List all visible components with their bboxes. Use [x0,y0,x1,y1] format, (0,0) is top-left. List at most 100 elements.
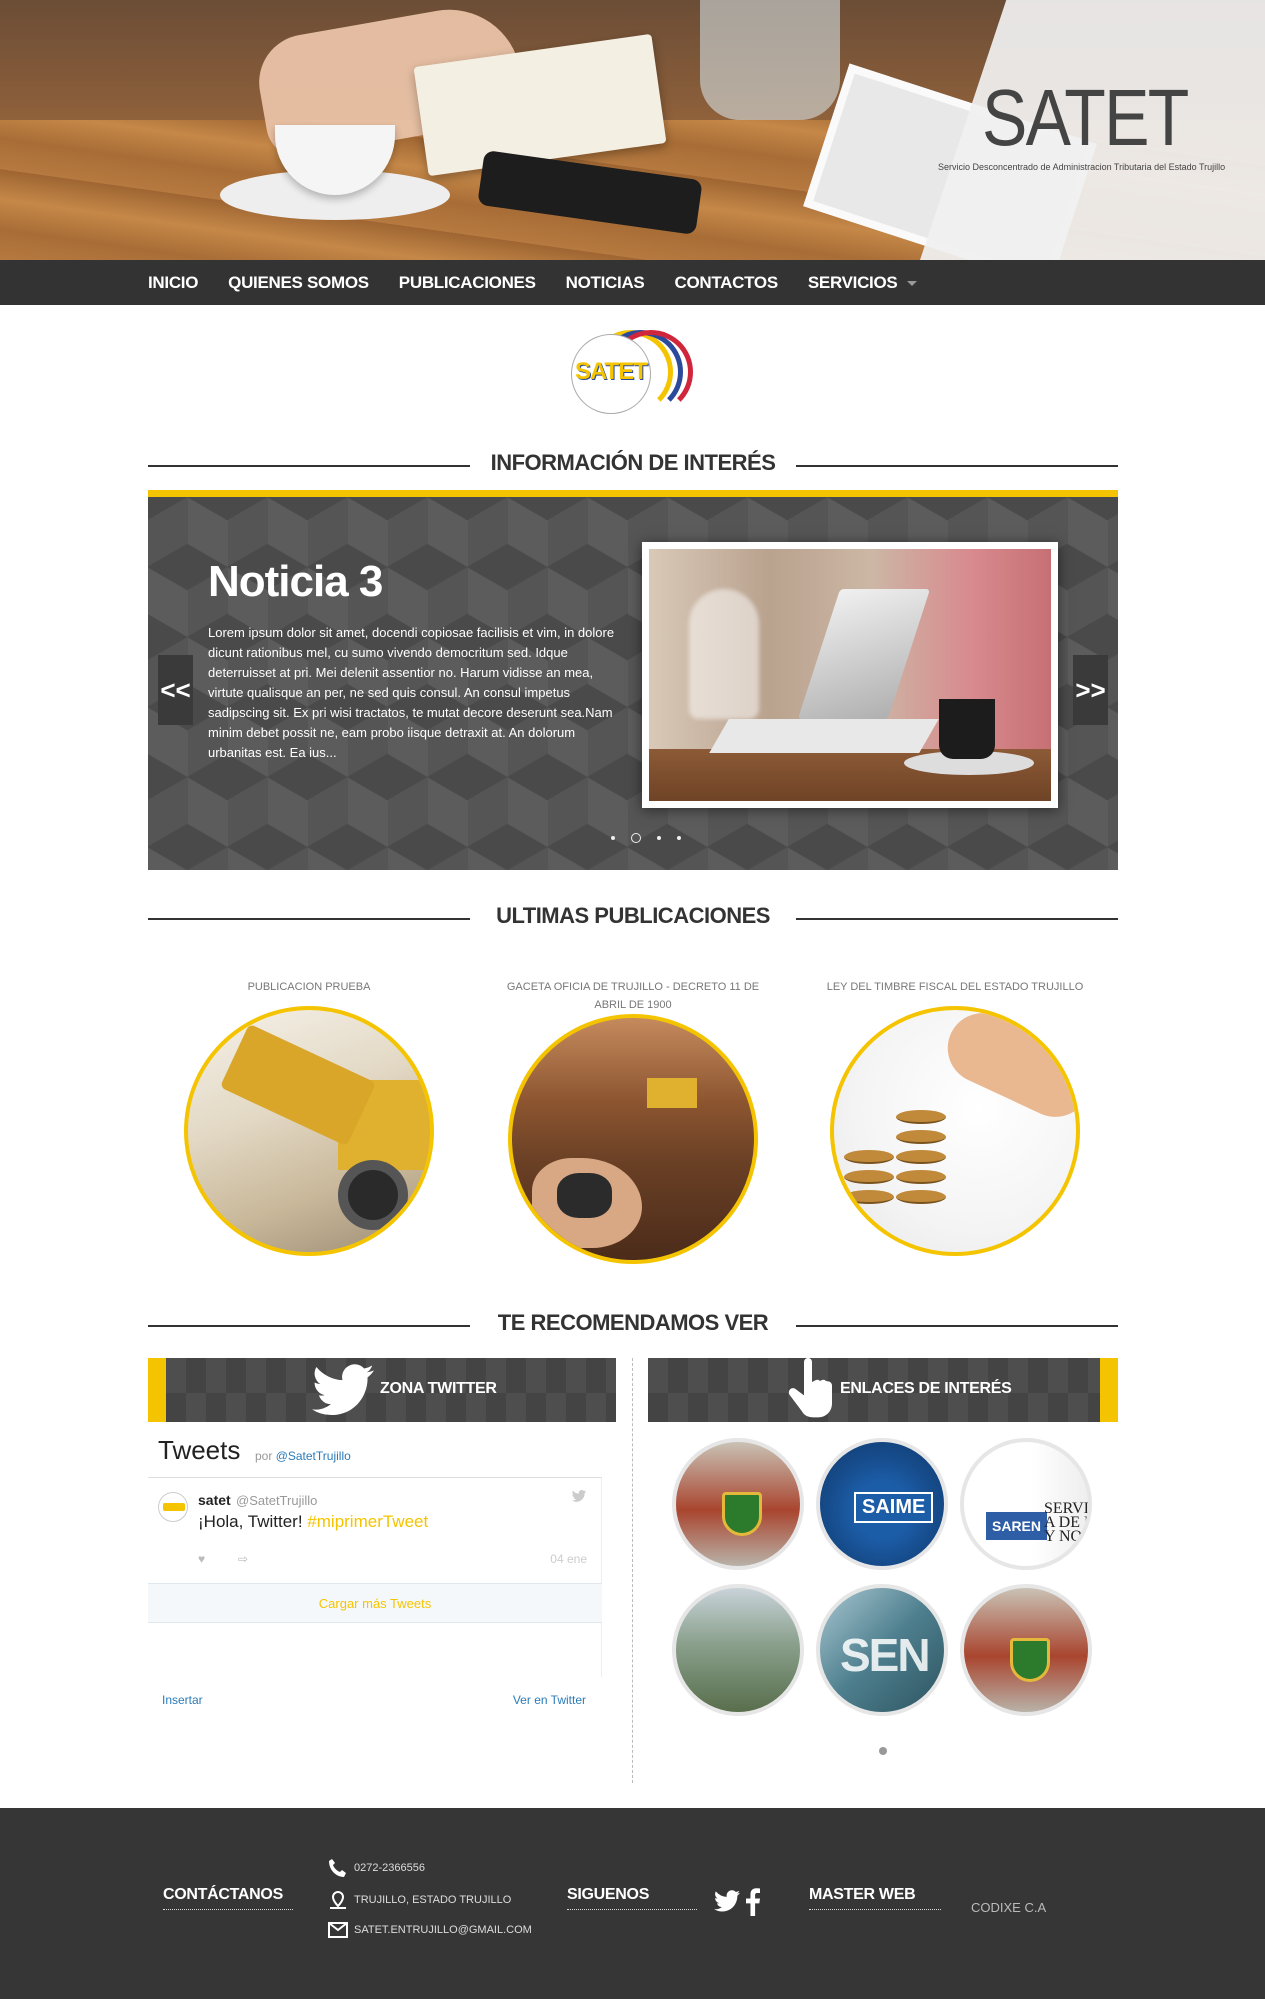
tweet-author-handle[interactable]: @SatetTrujillo [236,1493,317,1508]
slide-body: Lorem ipsum dolor sit amet, docendi copi… [208,625,615,760]
publication-card[interactable]: GACETA OFICIA DE TRUJILLO - DECRETO 11 D… [498,978,768,1264]
section-heading-recomendamos: TE RECOMENDAMOS VER [148,1310,1118,1340]
footer-follow-title: SIGUENOS [567,1886,697,1910]
tweet-hashtag[interactable]: #miprimerTweet [307,1512,428,1531]
image-loader-wheel [338,1160,408,1230]
tweet-text: ¡Hola, Twitter! #miprimerTweet [198,1512,428,1532]
footer-address: TRUJILLO, ESTADO TRUJILLO [328,1890,511,1910]
facebook-icon[interactable] [746,1888,760,1916]
publication-image[interactable] [830,1006,1080,1256]
publication-caption[interactable]: GACETA OFICIA DE TRUJILLO - DECRETO 11 D… [498,978,768,1014]
publication-image[interactable] [184,1006,434,1256]
link-item-gobernacion[interactable] [672,1438,804,1570]
phone-icon [329,1859,346,1877]
link-item-gobernacion-2[interactable] [960,1584,1092,1716]
footer-address-text: TRUJILLO, ESTADO TRUJILLO [354,1894,512,1906]
like-icon[interactable]: ♥ [198,1552,212,1566]
image-truck [647,1078,697,1108]
map-pin-icon [330,1890,346,1909]
image-coin [844,1190,894,1204]
chevron-down-icon [907,281,918,287]
embed-link[interactable]: Insertar [162,1693,203,1707]
nav-item-quienes-somos[interactable]: QUIENES SOMOS [228,260,369,305]
timeline-by-label: por [255,1449,273,1463]
timeline-title: Tweets [158,1435,241,1465]
link-label: SAREN [986,1512,1048,1540]
tweet-date[interactable]: 04 ene [550,1552,587,1566]
slider-dots [603,833,689,843]
share-icon[interactable]: ⇨ [238,1552,248,1566]
link-label: SAIME [854,1492,934,1523]
image-coin [896,1110,946,1124]
link-item-saren[interactable]: SARENSERVICIO A DE REG Y NO [960,1438,1092,1570]
nav-item-inicio[interactable]: INICIO [148,260,198,305]
timeline-by: por @SatetTrujillo [255,1449,351,1463]
coat-of-arms-icon [722,1492,762,1536]
publication-card[interactable]: LEY DEL TIMBRE FISCAL DEL ESTADO TRUJILL… [820,978,1090,1256]
image-fingers [936,1010,1076,1129]
nav-item-servicios[interactable]: SERVICIOS [808,260,918,305]
link-label: SEN [840,1629,931,1681]
heading-line-right [796,465,1118,467]
publication-image[interactable] [508,1014,758,1264]
section-heading-info: INFORMACIÓN DE INTERÉS [148,450,1118,480]
heading-line-right [796,1325,1118,1327]
pointer-hand-icon [788,1358,832,1418]
banner-glass [700,0,840,120]
slider-dot[interactable] [657,836,661,840]
coat-of-arms-icon [1010,1638,1050,1682]
image-coin [844,1150,894,1164]
slider-dot[interactable] [611,836,615,840]
footer-master-title: MASTER WEB [809,1886,941,1910]
image-rock [557,1173,612,1218]
nav-item-publicaciones[interactable]: PUBLICACIONES [399,260,536,305]
link-item-virgen-paz[interactable] [672,1584,804,1716]
twitter-icon [312,1364,374,1416]
slide-image-mug [939,699,995,759]
column-divider [632,1358,633,1783]
image-coin [844,1170,894,1184]
slide-image [642,542,1058,808]
publication-card[interactable]: PUBLICACION PRUEBA [174,978,444,1256]
nav-item-servicios-label: SERVICIOS [807,273,898,292]
image-loader-bucket [219,1023,377,1147]
slider-prev-button[interactable]: << [158,655,193,725]
image-coin [896,1130,946,1144]
footer-master-value[interactable]: CODIXE C.A [971,1900,1046,1915]
news-slider: Noticia 3 Lorem ipsum dolor sit amet, do… [148,490,1118,870]
link-item-saime[interactable]: SAIME [816,1438,948,1570]
timeline-by-handle[interactable]: @SatetTrujillo [276,1449,351,1463]
links-panel-title: ENLACES DE INTERÉS [840,1380,1012,1397]
footer-email: SATET.ENTRUJILLO@GMAIL.COM [328,1922,532,1938]
section-title-info: INFORMACIÓN DE INTERÉS [490,450,776,475]
main-nav: INICIO QUIENES SOMOS PUBLICACIONES NOTIC… [0,260,1265,305]
link-item-seniat[interactable]: SEN [816,1584,948,1716]
twitter-icon[interactable] [571,1490,587,1502]
slide-image-laptop [797,589,931,719]
links-carousel-dot[interactable] [879,1747,887,1755]
image-coin [896,1190,946,1204]
footer-phone-text: 0272-2366556 [354,1862,425,1874]
view-on-twitter-link[interactable]: Ver en Twitter [513,1693,586,1707]
load-more-tweets-button[interactable]: Cargar más Tweets [148,1583,602,1623]
section-heading-pubs: ULTIMAS PUBLICACIONES [148,903,1118,933]
header-banner: SATET Servicio Desconcentrado de Adminis… [0,0,1265,260]
tweet-author-name[interactable]: satet [198,1492,231,1508]
slider-next-button[interactable]: >> [1073,655,1108,725]
tweet-card[interactable]: satet @SatetTrujillo ¡Hola, Twitter! #mi… [148,1477,602,1677]
footer: CONTÁCTANOS 0272-2366556 TRUJILLO, ESTAD… [0,1808,1265,1999]
nav-item-contactos[interactable]: CONTACTOS [674,260,778,305]
footer-contact-title: CONTÁCTANOS [163,1886,293,1910]
footer-phone: 0272-2366556 [328,1858,425,1878]
twitter-panel-header: ZONA TWITTER [148,1358,616,1422]
slider-dot-active[interactable] [631,833,641,843]
section-title-pubs: ULTIMAS PUBLICACIONES [496,903,770,928]
links-panel-header: ENLACES DE INTERÉS [648,1358,1118,1422]
footer-email-text[interactable]: SATET.ENTRUJILLO@GMAIL.COM [354,1924,532,1936]
slider-dot[interactable] [677,836,681,840]
site-logo[interactable]: SATET [569,330,695,416]
twitter-icon[interactable] [714,1890,740,1912]
nav-item-noticias[interactable]: NOTICIAS [566,260,645,305]
avatar[interactable] [158,1492,188,1522]
twitter-panel-title: ZONA TWITTER [380,1380,497,1397]
